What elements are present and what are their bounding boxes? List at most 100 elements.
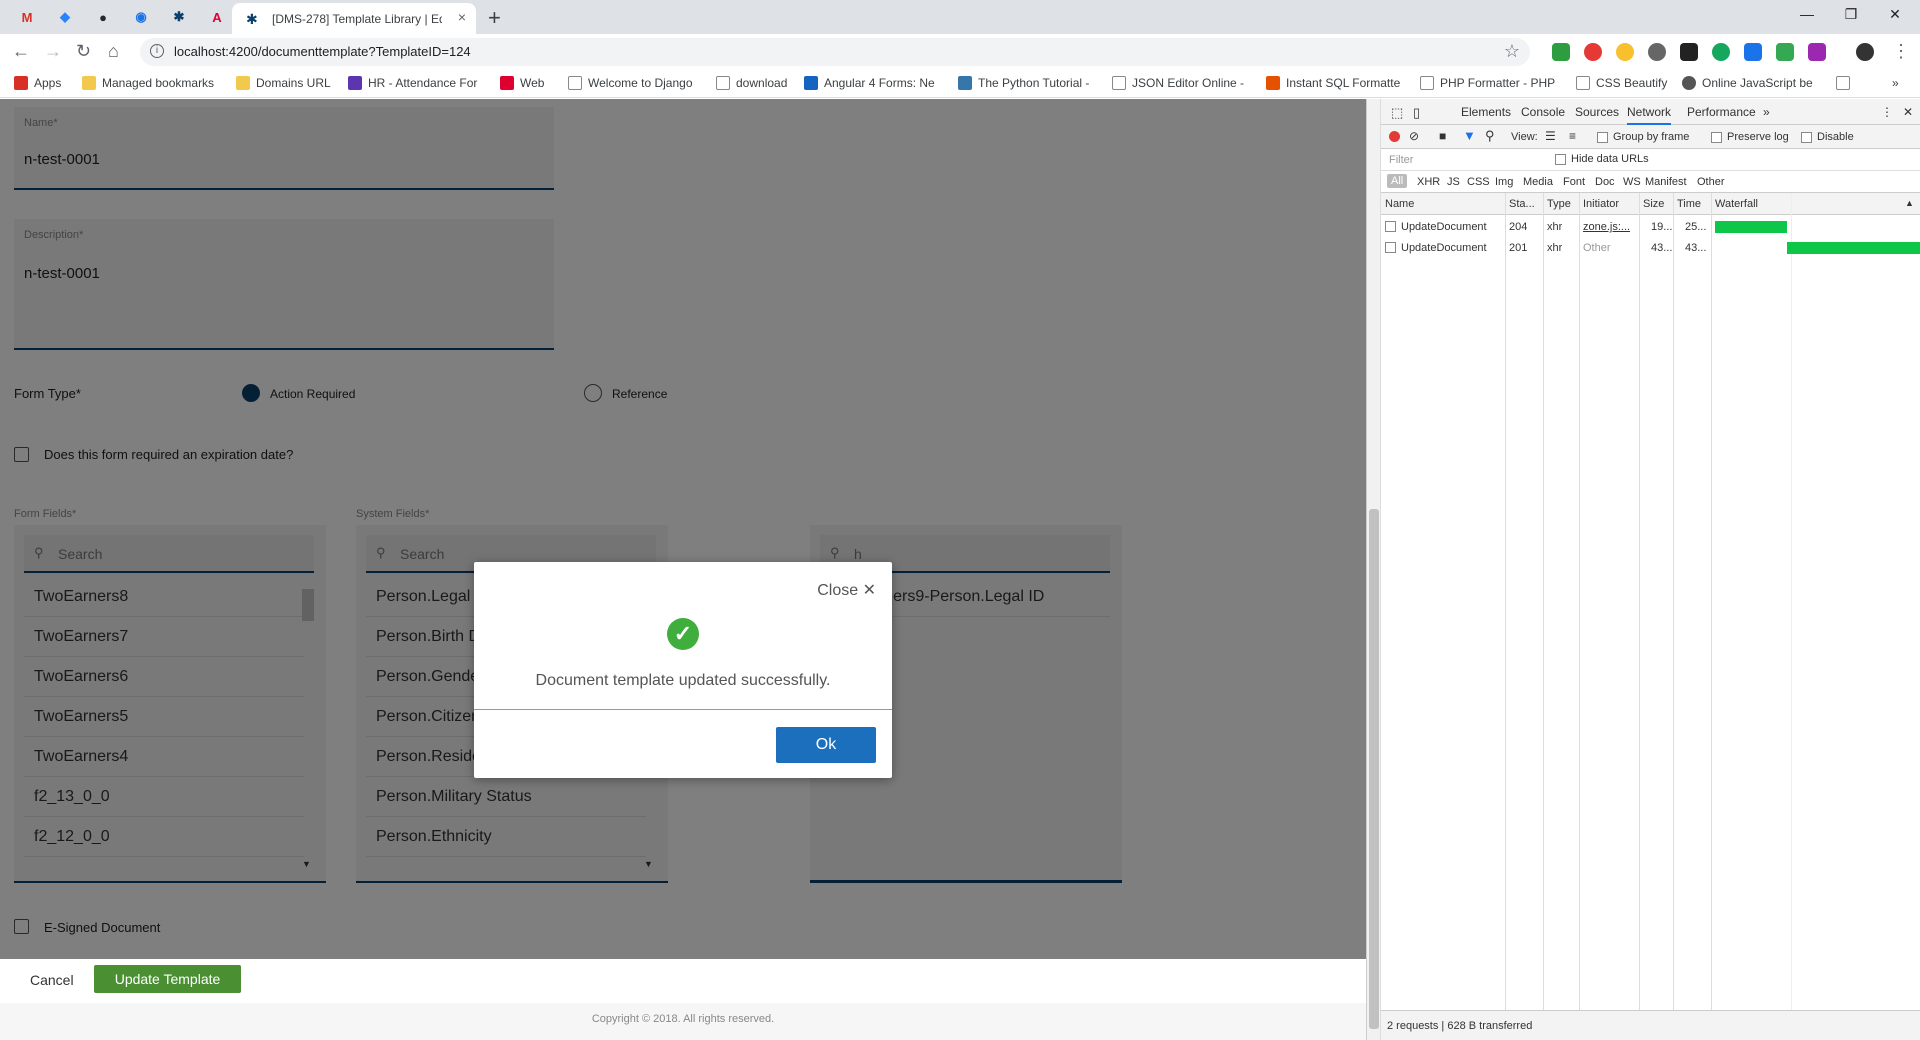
close-dialog-button[interactable]: Close ✕: [817, 580, 876, 600]
column-divider: [1639, 193, 1640, 1010]
page-icon: [1576, 76, 1590, 90]
extension-icon[interactable]: [1808, 43, 1826, 61]
device-toolbar-icon[interactable]: ▯: [1413, 105, 1420, 121]
tab-console[interactable]: Console: [1521, 105, 1565, 119]
ok-button[interactable]: Ok: [776, 727, 876, 763]
bookmark-item[interactable]: Managed bookmarks: [82, 76, 214, 90]
type-filter-all[interactable]: All: [1387, 174, 1408, 188]
preserve-log-checkbox[interactable]: [1711, 132, 1722, 143]
waterfall-view-icon[interactable]: ≡: [1569, 129, 1576, 143]
tab-close-icon[interactable]: ×: [458, 9, 466, 25]
menu-icon[interactable]: ⋮: [1892, 41, 1910, 62]
url-text[interactable]: localhost:4200/documenttemplate?Template…: [174, 44, 471, 59]
app-icon[interactable]: ✱: [168, 6, 190, 28]
close-devtools-icon[interactable]: ✕: [1903, 105, 1913, 119]
table-row[interactable]: UpdateDocument 204 xhr zone.js:... 19...…: [1381, 217, 1920, 237]
bookmark-item[interactable]: Online JavaScript be: [1682, 76, 1813, 90]
github-icon[interactable]: ●: [92, 6, 114, 28]
request-initiator[interactable]: zone.js:...: [1583, 221, 1630, 233]
type-filter-font[interactable]: Font: [1563, 176, 1585, 188]
extension-icon[interactable]: [1744, 43, 1762, 61]
tab-elements[interactable]: Elements: [1461, 105, 1511, 119]
gmail-icon[interactable]: M: [16, 6, 38, 28]
tab-sources[interactable]: Sources: [1575, 105, 1619, 119]
column-size[interactable]: Size: [1643, 198, 1664, 210]
page-scrollbar[interactable]: [1367, 99, 1381, 1040]
bookmark-item[interactable]: Instant SQL Formatte: [1266, 76, 1400, 90]
type-filter-js[interactable]: JS: [1447, 176, 1460, 188]
group-by-frame-checkbox[interactable]: [1597, 132, 1608, 143]
bookmark-item[interactable]: The Python Tutorial -: [958, 76, 1089, 90]
bookmarks-more-button[interactable]: »: [1892, 76, 1899, 90]
column-divider: [1579, 193, 1580, 1010]
bookmark-item[interactable]: Web: [500, 76, 544, 90]
capture-screenshots-icon[interactable]: ■: [1439, 129, 1446, 143]
bookmark-item[interactable]: CSS Beautify: [1576, 76, 1667, 90]
jira-icon[interactable]: ◆: [54, 6, 76, 28]
disable-cache-checkbox[interactable]: [1801, 132, 1812, 143]
scrollbar-thumb[interactable]: [1369, 509, 1379, 1029]
filter-icon[interactable]: ▼: [1463, 128, 1476, 143]
search-icon[interactable]: ⚲: [1485, 128, 1495, 144]
type-filter-media[interactable]: Media: [1523, 176, 1553, 188]
bookmark-item[interactable]: Domains URL: [236, 76, 331, 90]
bookmark-item[interactable]: PHP Formatter - PHP: [1420, 76, 1555, 90]
bookmark-item[interactable]: [1836, 76, 1850, 90]
kebab-menu-icon[interactable]: ⋮: [1881, 105, 1893, 119]
hide-data-urls-checkbox[interactable]: [1555, 154, 1566, 165]
bookmark-item[interactable]: JSON Editor Online -: [1112, 76, 1244, 90]
new-tab-button[interactable]: +: [488, 5, 501, 31]
type-filter-other[interactable]: Other: [1697, 176, 1725, 188]
maximize-button[interactable]: ❐: [1836, 6, 1866, 23]
extension-icon[interactable]: [1776, 43, 1794, 61]
active-tab[interactable]: ✱ [DMS-278] Template Library | Edit ×: [232, 3, 476, 34]
type-filter-css[interactable]: CSS: [1467, 176, 1490, 188]
bookmark-item[interactable]: download: [716, 76, 787, 90]
type-filter-xhr[interactable]: XHR: [1417, 176, 1440, 188]
column-time[interactable]: Time: [1677, 198, 1701, 210]
type-filter-doc[interactable]: Doc: [1595, 176, 1615, 188]
type-filter-ws[interactable]: WS: [1623, 176, 1641, 188]
column-waterfall[interactable]: Waterfall: [1715, 198, 1758, 210]
forward-icon[interactable]: →: [44, 41, 62, 62]
extension-icon[interactable]: [1616, 43, 1634, 61]
bookmark-apps[interactable]: Apps: [14, 76, 61, 90]
column-initiator[interactable]: Initiator: [1583, 198, 1619, 210]
record-icon[interactable]: [1389, 131, 1400, 142]
bookmark-item[interactable]: Angular 4 Forms: Ne: [804, 76, 935, 90]
circle-app-icon[interactable]: ◉: [130, 6, 152, 28]
type-filter-img[interactable]: Img: [1495, 176, 1513, 188]
list-view-icon[interactable]: ☰: [1545, 129, 1556, 143]
bookmark-item[interactable]: HR - Attendance For: [348, 76, 477, 90]
update-template-button[interactable]: Update Template: [94, 965, 241, 993]
column-type[interactable]: Type: [1547, 198, 1571, 210]
extension-icon[interactable]: [1584, 43, 1602, 61]
close-window-button[interactable]: ✕: [1880, 6, 1910, 23]
clear-icon[interactable]: ⊘: [1409, 129, 1419, 143]
angular-icon[interactable]: A: [206, 6, 228, 28]
type-filter-manifest[interactable]: Manifest: [1645, 176, 1687, 188]
reload-icon[interactable]: ↻: [76, 41, 91, 62]
extension-icon[interactable]: [1648, 43, 1666, 61]
filter-input[interactable]: Filter: [1389, 154, 1413, 166]
back-icon[interactable]: ←: [12, 41, 30, 62]
table-row[interactable]: UpdateDocument 201 xhr Other 43... 43...: [1381, 238, 1920, 258]
tab-performance[interactable]: Performance: [1687, 105, 1756, 119]
profile-avatar[interactable]: [1856, 43, 1874, 61]
info-icon[interactable]: i: [150, 44, 164, 58]
column-name[interactable]: Name: [1385, 198, 1414, 210]
inspect-icon[interactable]: ⬚: [1391, 105, 1403, 121]
tab-network[interactable]: Network: [1627, 105, 1672, 125]
home-icon[interactable]: ⌂: [108, 41, 119, 62]
bookmark-star-icon[interactable]: ☆: [1504, 41, 1520, 62]
cancel-button[interactable]: Cancel: [30, 972, 74, 988]
sort-arrow-icon[interactable]: ▲: [1905, 198, 1914, 208]
extension-icon[interactable]: [1552, 43, 1570, 61]
extension-icon[interactable]: [1680, 43, 1698, 61]
address-bar[interactable]: i localhost:4200/documenttemplate?Templa…: [140, 38, 1530, 66]
minimize-button[interactable]: —: [1792, 6, 1822, 22]
bookmark-item[interactable]: Welcome to Django: [568, 76, 693, 90]
column-status[interactable]: Sta...: [1509, 198, 1535, 210]
more-tabs-icon[interactable]: »: [1763, 105, 1770, 119]
extension-icon[interactable]: [1712, 43, 1730, 61]
